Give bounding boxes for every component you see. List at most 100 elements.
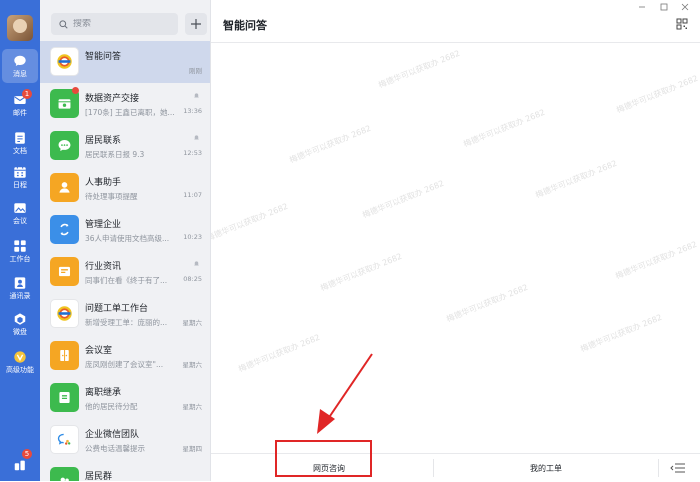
watermark: 梅德华可以获取办 2682 (211, 201, 290, 243)
nav-item-apps[interactable]: 5 (2, 448, 38, 482)
nav-item-drive[interactable]: 微盘 (2, 307, 38, 341)
group-icon (60, 477, 69, 481)
unread-dot (72, 87, 79, 94)
unread-badge: 1 (22, 89, 32, 99)
chat-item-resignation-handover[interactable]: 离职继承 他的居民待分配 星期六 (40, 377, 210, 419)
nav-label: 通讯录 (9, 292, 31, 300)
chat-time: 星期六 (182, 361, 203, 369)
chat-name: 人事助手 (85, 178, 122, 188)
advanced-feature-icon (14, 351, 26, 363)
handover-icon (59, 391, 70, 404)
watermark: 梅德华可以获取办 2682 (319, 251, 404, 293)
chat-name: 企业微信团队 (85, 430, 140, 440)
add-button[interactable] (185, 13, 207, 35)
chat-time: 星期四 (182, 445, 203, 453)
chat-time: 星期六 (182, 319, 203, 327)
nav-label: 文档 (13, 147, 27, 155)
nav-item-calendar[interactable]: 日程 (2, 160, 38, 194)
chat-item-wecom-team[interactable]: 企业微信团队 公费电话温馨提示 星期四 (40, 419, 210, 461)
nav-item-messages[interactable]: 消息 (2, 49, 38, 83)
chat-time: 08:25 (183, 275, 202, 283)
nav-item-workbench[interactable]: 工作台 (2, 234, 38, 268)
chat-avatar (50, 257, 79, 286)
chat-name: 行业资讯 (85, 262, 122, 272)
wecom-team-icon (57, 433, 71, 445)
annotation-highlight-box (275, 440, 372, 477)
search-input[interactable] (73, 19, 173, 29)
nav-label: 工作台 (9, 255, 31, 263)
nav-label: 高级功能 (6, 366, 34, 374)
chat-name: 会议室 (85, 346, 113, 356)
mute-bell-icon (194, 261, 199, 266)
qr-code-icon[interactable] (676, 18, 688, 30)
watermark: 梅德华可以获取办 2682 (237, 332, 322, 374)
nav-rail: 消息 邮件 1 文档 日程 会议 工作台 通讯录 微盘 高级功能 5 (0, 0, 40, 481)
nav-label: 会议 (13, 217, 27, 225)
chat-item-manage-enterprise[interactable]: 管理企业 36人申请使用文档高级... 10:23 (40, 209, 210, 251)
nav-item-mail[interactable]: 邮件 1 (2, 88, 38, 122)
maximize-icon[interactable] (660, 3, 668, 11)
chat-avatar (50, 383, 79, 412)
chat-item-smart-qa[interactable]: 智能问答 刚刚 (40, 41, 210, 83)
chat-name: 管理企业 (85, 220, 122, 230)
nav-item-contacts[interactable]: 通讯录 (2, 271, 38, 305)
nav-label: 消息 (13, 70, 27, 78)
chat-dots-icon (58, 139, 71, 152)
chat-bubble-icon (14, 55, 26, 66)
nav-item-docs[interactable]: 文档 (2, 126, 38, 160)
chat-time: 12:53 (183, 149, 202, 157)
chat-preview: 居民联系日报 9.3 (85, 150, 145, 159)
watermark: 梅德华可以获取办 2682 (361, 178, 446, 220)
chat-name: 数据资产交接 (85, 94, 140, 104)
tab-divider (433, 459, 434, 477)
chat-avatar (50, 341, 79, 370)
ticket-logo-icon (57, 306, 72, 321)
chat-item-data-asset[interactable]: 数据资产交接 [170条] 王鑫已离职，她... 13:36 (40, 83, 210, 125)
tab-my-tickets[interactable]: 我的工单 (491, 454, 601, 482)
chat-list: 智能问答 刚刚 数据资产交接 [170条] 王鑫已离职，她... 13:36 居… (40, 41, 210, 481)
chat-name: 离职继承 (85, 388, 122, 398)
chat-preview: [170条] 王鑫已离职，她... (85, 108, 175, 117)
watermark: 梅德华可以获取办 2682 (377, 48, 462, 90)
minimize-icon[interactable] (638, 3, 646, 11)
mute-bell-icon (194, 93, 199, 98)
nav-label: 微盘 (13, 328, 27, 336)
chat-list-panel: 智能问答 刚刚 数据资产交接 [170条] 王鑫已离职，她... 13:36 居… (40, 0, 211, 481)
search-box[interactable] (51, 13, 178, 35)
chat-avatar (50, 215, 79, 244)
smart-qa-logo-icon (57, 54, 72, 69)
chat-name: 问题工单工作台 (85, 304, 149, 314)
nav-item-meetings[interactable]: 会议 (2, 196, 38, 230)
nav-item-advanced[interactable]: 高级功能 (2, 345, 38, 379)
chat-item-meeting-room[interactable]: 会议室 庞凤刚创建了会议室"... 星期六 (40, 335, 210, 377)
apps-icon (14, 460, 25, 471)
tab-divider (658, 459, 659, 477)
chat-preview: 公费电话温馨提示 (85, 444, 145, 453)
chat-avatar (50, 299, 79, 328)
mute-bell-icon (194, 135, 199, 140)
chat-item-industry-news[interactable]: 行业资讯 同事们在看《终于有了... 08:25 (40, 251, 210, 293)
chat-time: 10:23 (183, 233, 202, 241)
chat-avatar (50, 425, 79, 454)
chat-avatar (50, 131, 79, 160)
nav-label: 日程 (13, 181, 27, 189)
news-icon (58, 266, 71, 277)
chat-item-resident-group[interactable]: 居民群 (40, 461, 210, 481)
watermark: 梅德华可以获取办 2682 (462, 107, 547, 149)
notification-badge: 5 (22, 449, 32, 459)
nav-label: 邮件 (13, 109, 27, 117)
chat-item-ticket-workbench[interactable]: 问题工单工作台 新增受理工单：庞丽的... 星期六 (40, 293, 210, 335)
close-icon[interactable] (681, 3, 689, 11)
chat-item-resident-contact[interactable]: 居民联系 居民联系日报 9.3 12:53 (40, 125, 210, 167)
workbench-grid-icon (14, 240, 26, 252)
user-avatar[interactable] (7, 15, 33, 41)
conversation-pane: 智能问答 梅德华可以获取办 2682 梅德华可以获取办 2682 梅德华可以获取… (211, 0, 700, 481)
chat-preview: 待处理事项提醒 (85, 192, 138, 201)
chat-item-hr-assistant[interactable]: 人事助手 待处理事项提醒 11:07 (40, 167, 210, 209)
chat-time: 13:36 (183, 107, 202, 115)
contacts-icon (14, 277, 26, 289)
menu-toggle-icon[interactable] (670, 461, 686, 475)
chat-avatar (50, 467, 79, 481)
door-icon (60, 349, 69, 362)
chat-name: 居民群 (85, 472, 113, 481)
